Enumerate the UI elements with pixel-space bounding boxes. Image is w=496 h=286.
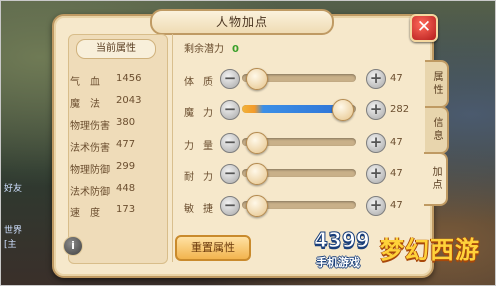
- stat-value: 448: [116, 183, 136, 194]
- chat-line: 世界: [4, 226, 23, 236]
- stat-row-magic-defense: 法术防御 448: [70, 183, 170, 199]
- increase-button[interactable]: +: [366, 100, 386, 120]
- attribute-row-magic: 魔力 − + 282: [180, 99, 412, 122]
- stat-value: 380: [116, 117, 136, 128]
- attribute-slider-handle[interactable]: [246, 195, 268, 217]
- stat-row-magic-damage: 法术伤害 477: [70, 139, 170, 155]
- panel-title: 人物加点: [150, 9, 334, 35]
- attribute-row-agility: 敏捷 − + 47: [180, 195, 412, 218]
- decrease-button[interactable]: −: [220, 69, 240, 89]
- attribute-slider-handle[interactable]: [246, 163, 268, 185]
- increase-button[interactable]: +: [366, 69, 386, 89]
- attribute-row-constitution: 体质 − + 47: [180, 68, 412, 91]
- chat-line: 好友: [4, 184, 23, 194]
- attribute-row-endurance: 耐力 − + 47: [180, 163, 412, 186]
- remaining-potential-label: 剩余潜力: [184, 44, 224, 55]
- stat-value: 1456: [116, 73, 142, 84]
- attribute-value: 47: [390, 168, 403, 179]
- tab-attributes[interactable]: 属性: [425, 60, 449, 108]
- info-icon[interactable]: i: [63, 236, 83, 256]
- game-logo: 4399 手机游戏 梦幻西游: [306, 228, 492, 274]
- logo-number: 4399: [314, 228, 371, 253]
- attribute-label: 耐力: [184, 172, 222, 183]
- background-chat: 好友 世界 [主: [4, 182, 50, 262]
- attribute-value: 47: [390, 73, 403, 84]
- stat-row-speed: 速 度 173: [70, 204, 170, 220]
- logo-title: 梦幻西游: [380, 236, 480, 264]
- stat-row-hp: 气 血 1456: [70, 73, 170, 89]
- stat-value: 173: [116, 204, 136, 215]
- tab-add-points[interactable]: 加点: [424, 152, 448, 206]
- increase-button[interactable]: +: [366, 133, 386, 153]
- attribute-value: 282: [390, 104, 410, 115]
- decrease-button[interactable]: −: [220, 133, 240, 153]
- attribute-label: 魔力: [184, 108, 222, 119]
- stat-value: 477: [116, 139, 136, 150]
- attribute-slider-handle[interactable]: [332, 99, 355, 121]
- stat-row-mp: 魔 法 2043: [70, 95, 170, 111]
- attribute-label: 敏捷: [184, 204, 222, 215]
- stat-row-phys-defense: 物理防御 299: [70, 161, 170, 177]
- tab-info[interactable]: 信息: [425, 106, 449, 154]
- stat-value: 2043: [116, 95, 142, 106]
- decrease-button[interactable]: −: [220, 196, 240, 216]
- current-stats-heading: 当前属性: [76, 39, 156, 59]
- attribute-slider-fill: [242, 105, 347, 113]
- attribute-value: 47: [390, 200, 403, 211]
- reset-attributes-button[interactable]: 重置属性: [175, 235, 251, 261]
- remaining-potential: 剩余潜力 0: [184, 40, 239, 55]
- stat-row-phys-damage: 物理伤害 380: [70, 117, 170, 133]
- logo-subtitle: 手机游戏: [316, 256, 360, 269]
- attribute-label: 体质: [184, 77, 222, 88]
- attribute-slider-handle[interactable]: [246, 132, 268, 154]
- chat-line: [主: [4, 240, 17, 250]
- attribute-slider-handle[interactable]: [246, 68, 268, 90]
- attribute-row-strength: 力量 − + 47: [180, 132, 412, 155]
- close-button[interactable]: ✕: [410, 14, 438, 42]
- attribute-value: 47: [390, 137, 403, 148]
- attribute-label: 力量: [184, 141, 222, 152]
- column-divider: [172, 34, 173, 262]
- decrease-button[interactable]: −: [220, 164, 240, 184]
- remaining-potential-value: 0: [232, 44, 239, 55]
- decrease-button[interactable]: −: [220, 100, 240, 120]
- increase-button[interactable]: +: [366, 196, 386, 216]
- increase-button[interactable]: +: [366, 164, 386, 184]
- stat-value: 299: [116, 161, 136, 172]
